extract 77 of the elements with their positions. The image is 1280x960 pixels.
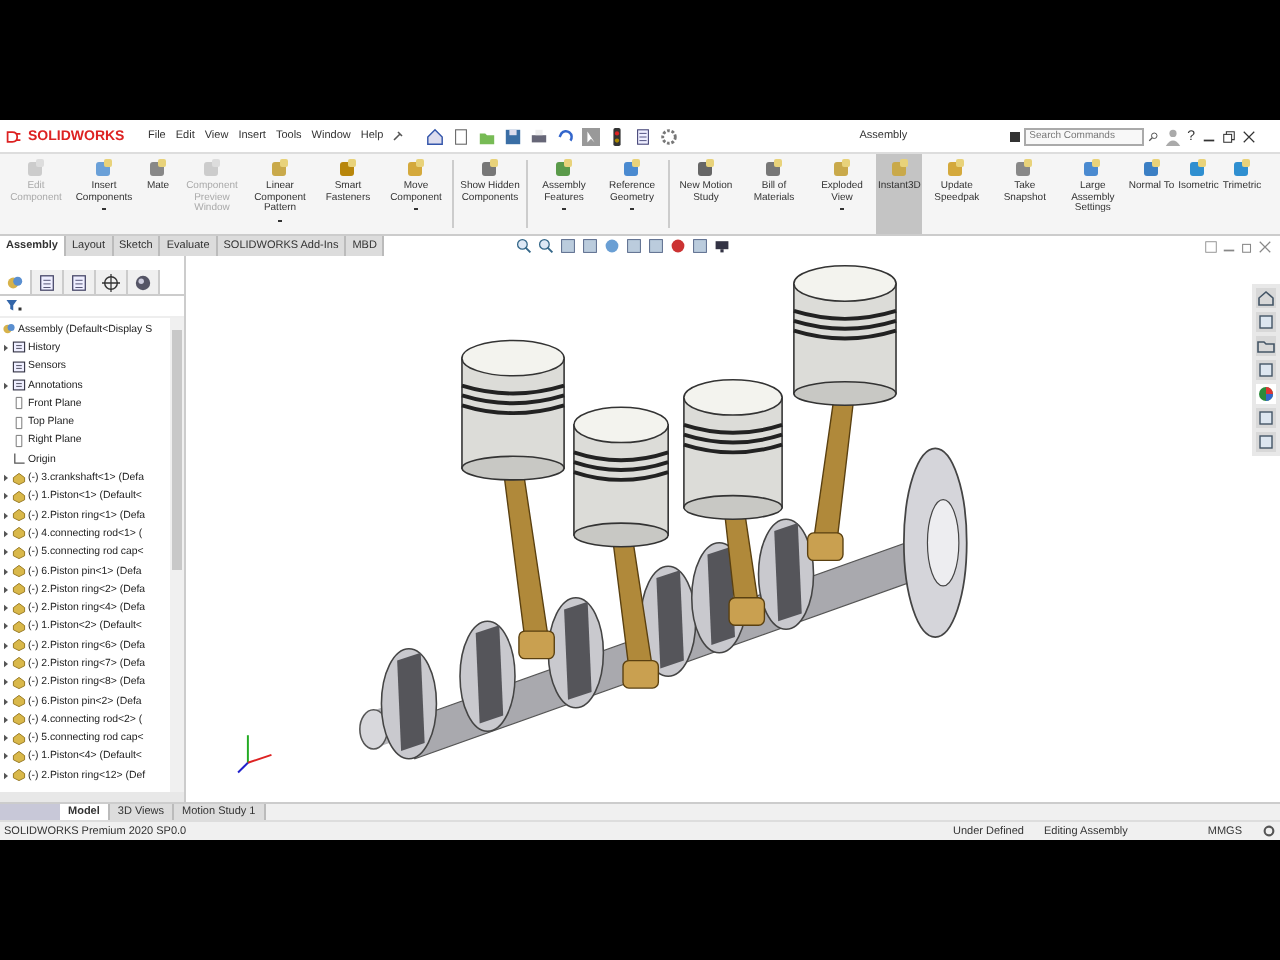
expand-arrow-icon[interactable] [1,622,9,631]
new-document-icon[interactable] [451,127,470,145]
tool-icon [832,158,852,178]
close-icon[interactable] [1241,129,1256,143]
tool-icon [1232,158,1253,178]
panel-tab[interactable] [32,270,64,294]
traffic-light-icon[interactable] [607,127,626,145]
tool-icon [480,158,500,178]
display-icon [134,273,152,291]
sphere-icon[interactable] [670,238,687,254]
expand-arrow-icon[interactable] [1,697,9,706]
folder-icon[interactable] [1256,336,1276,356]
tool-icon [622,158,642,178]
expand-arrow-icon[interactable] [1,771,9,780]
settings-icon[interactable] [659,127,678,145]
expand-arrow-icon[interactable] [1,734,9,743]
engine-drawing[interactable] [359,265,968,760]
zoom-area-icon[interactable] [538,238,555,254]
monitor-icon[interactable] [714,238,731,254]
origin-icon [12,452,26,467]
panel-tab[interactable] [96,270,128,294]
assembly-icon [2,322,16,337]
pin-icon[interactable] [391,130,404,142]
expand-arrow-icon[interactable] [1,548,9,557]
filter-icon[interactable] [6,300,22,312]
tool-icon [1014,158,1035,178]
expand-arrow-icon[interactable] [1,492,9,501]
component-icon [6,273,24,291]
folder-icon [12,378,26,393]
print-icon[interactable] [529,127,548,145]
tool-icon [1188,158,1209,178]
tool-icon [889,158,910,178]
folder-icon [12,340,26,355]
expand-arrow-icon[interactable] [1,585,9,594]
panel-tab[interactable] [64,270,96,294]
expand-arrow-icon[interactable] [1,529,9,538]
tool-icon [148,158,168,178]
expand-arrow-icon[interactable] [1,511,9,520]
tool-icon [764,158,784,178]
expand-arrow-icon[interactable] [1,641,9,650]
tool-icon [1141,158,1162,178]
expand-arrow-icon[interactable] [1,752,9,761]
expand-arrow-icon[interactable] [1,343,9,352]
tool-icon [946,158,967,178]
restore-icon[interactable] [1221,129,1236,143]
home-icon[interactable] [425,127,444,145]
tool-icon [94,158,114,178]
axis-triad-icon [237,734,273,774]
tool-icon [696,158,716,178]
crosshair-icon [102,273,120,291]
expand-arrow-icon[interactable] [1,659,9,668]
tool-icon [406,158,426,178]
expand-arrow-icon[interactable] [1,474,9,483]
file-properties-icon[interactable] [633,127,652,145]
tool-icon [1082,158,1103,178]
pointer-icon[interactable] [581,127,600,145]
tool-icon [554,158,574,178]
search-icon[interactable] [1147,131,1158,141]
expand-arrow-icon[interactable] [1,567,9,575]
expand-arrow-icon[interactable] [1,381,9,390]
settings-icon[interactable] [1262,824,1276,838]
logo-icon [6,129,22,143]
search-scope-icon[interactable] [1009,131,1020,141]
expand-arrow-icon[interactable] [1,604,9,613]
scrollbar[interactable] [0,792,184,802]
tool-icon [338,158,358,178]
scrollbar[interactable] [170,318,184,792]
panel-tab[interactable] [128,270,160,294]
zoom-to-fit-icon[interactable] [516,238,533,254]
save-icon[interactable] [503,127,522,145]
tool-icon [270,158,290,178]
folder-icon [12,359,26,374]
expand-arrow-icon[interactable] [1,678,9,687]
color-wheel-icon[interactable] [1256,384,1276,404]
expand-arrow-icon[interactable] [1,715,9,724]
home-icon[interactable] [1256,288,1276,308]
undo-icon[interactable] [555,127,574,145]
